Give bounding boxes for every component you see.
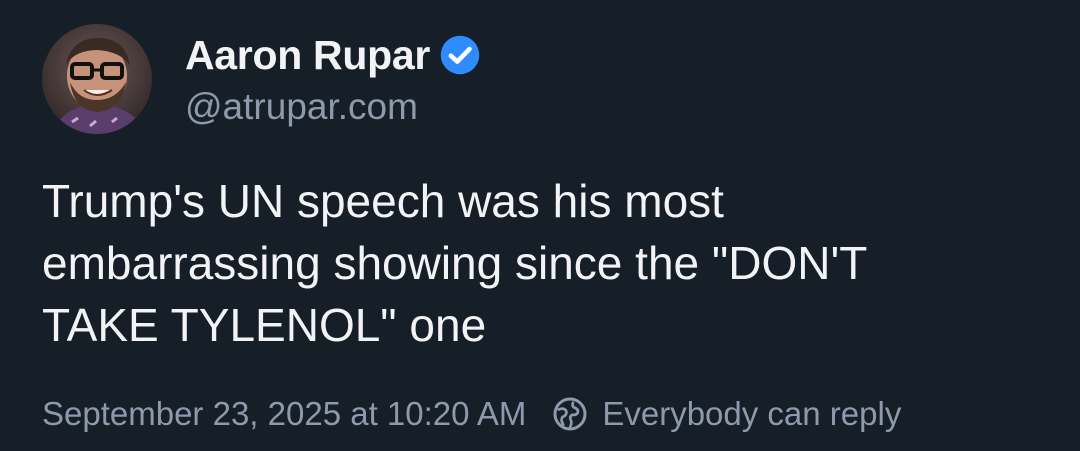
post-meta: September 23, 2025 at 10:20 AM Everybody… (42, 392, 901, 436)
author-display-name[interactable]: Aaron Rupar (185, 30, 430, 80)
avatar-image (42, 24, 152, 134)
globe-icon (552, 396, 588, 432)
post-text-line: embarrassing showing since the "DON'T (42, 237, 868, 289)
post-text-line: TAKE TYLENOL" one (42, 299, 487, 351)
post-card: Aaron Rupar @atrupar.com Trump's UN spee… (0, 0, 1080, 451)
avatar[interactable] (42, 24, 152, 134)
post-text: Trump's UN speech was his most embarrass… (42, 170, 1042, 356)
name-row: Aaron Rupar (185, 30, 481, 80)
reply-setting-label[interactable]: Everybody can reply (602, 395, 901, 433)
verified-badge-icon (439, 34, 481, 76)
post-text-line: Trump's UN speech was his most (42, 175, 724, 227)
author-block: Aaron Rupar @atrupar.com (185, 30, 481, 130)
post-timestamp[interactable]: September 23, 2025 at 10:20 AM (42, 395, 526, 433)
author-handle[interactable]: @atrupar.com (185, 84, 481, 130)
